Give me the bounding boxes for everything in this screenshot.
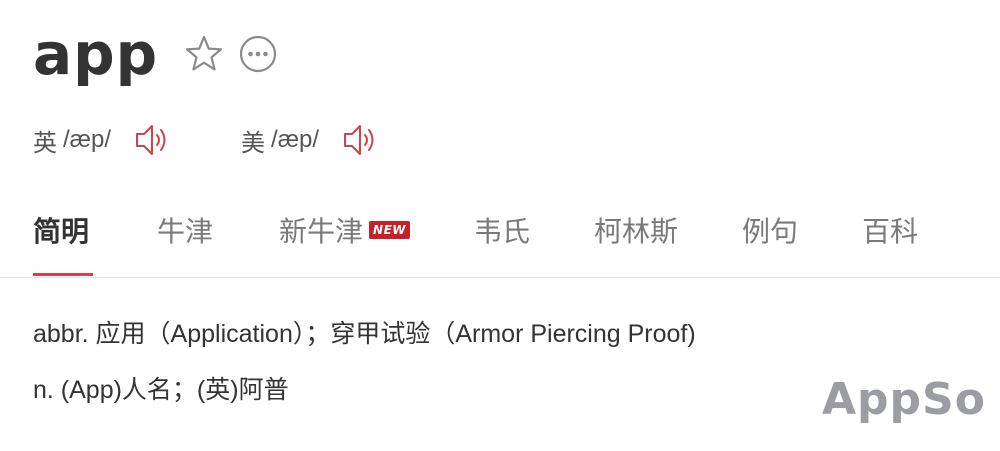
- tab-xinniujin-label: 新牛津: [279, 215, 364, 248]
- headword: app: [33, 20, 159, 88]
- phonetic-us: /æp/: [271, 126, 320, 153]
- region-label-us: 美: [241, 128, 266, 157]
- definition-list: abbr. 应用（Application）；穿甲试验（Armor Piercin…: [33, 312, 696, 412]
- tab-jianming[interactable]: 简明: [33, 200, 93, 276]
- tab-weishi[interactable]: 韦氏: [474, 200, 530, 276]
- tab-kelinsi[interactable]: 柯林斯: [594, 200, 678, 276]
- dictionary-tabs: 简明 牛津 新牛津 NEW 韦氏 柯林斯 例句 百科: [33, 200, 918, 276]
- region-label-uk: 英: [33, 128, 57, 157]
- more-icon[interactable]: [238, 34, 278, 74]
- tab-baike[interactable]: 百科: [862, 200, 918, 276]
- phonetic-uk: /æp/: [63, 126, 112, 153]
- pronunciation-uk: 英 /æp/: [33, 121, 171, 159]
- pronunciation-row: 英 /æp/ 美 /æp/: [33, 118, 379, 162]
- watermark-logo: AppSo: [822, 374, 986, 425]
- new-badge: NEW: [369, 221, 411, 239]
- definition-abbr: abbr. 应用（Application）；穿甲试验（Armor Piercin…: [33, 320, 696, 348]
- tab-liju[interactable]: 例句: [742, 200, 798, 276]
- tabs-divider: [0, 277, 1000, 278]
- tab-niujin[interactable]: 牛津: [157, 200, 213, 276]
- speaker-icon[interactable]: [341, 121, 379, 159]
- word-header: app: [33, 18, 278, 90]
- tab-xinniujin[interactable]: 新牛津 NEW: [279, 200, 411, 276]
- definition-noun: n. (App)人名；(英)阿普: [33, 376, 289, 404]
- pronunciation-us: 美 /æp/: [241, 121, 379, 159]
- star-icon[interactable]: [184, 34, 224, 74]
- speaker-icon[interactable]: [133, 121, 171, 159]
